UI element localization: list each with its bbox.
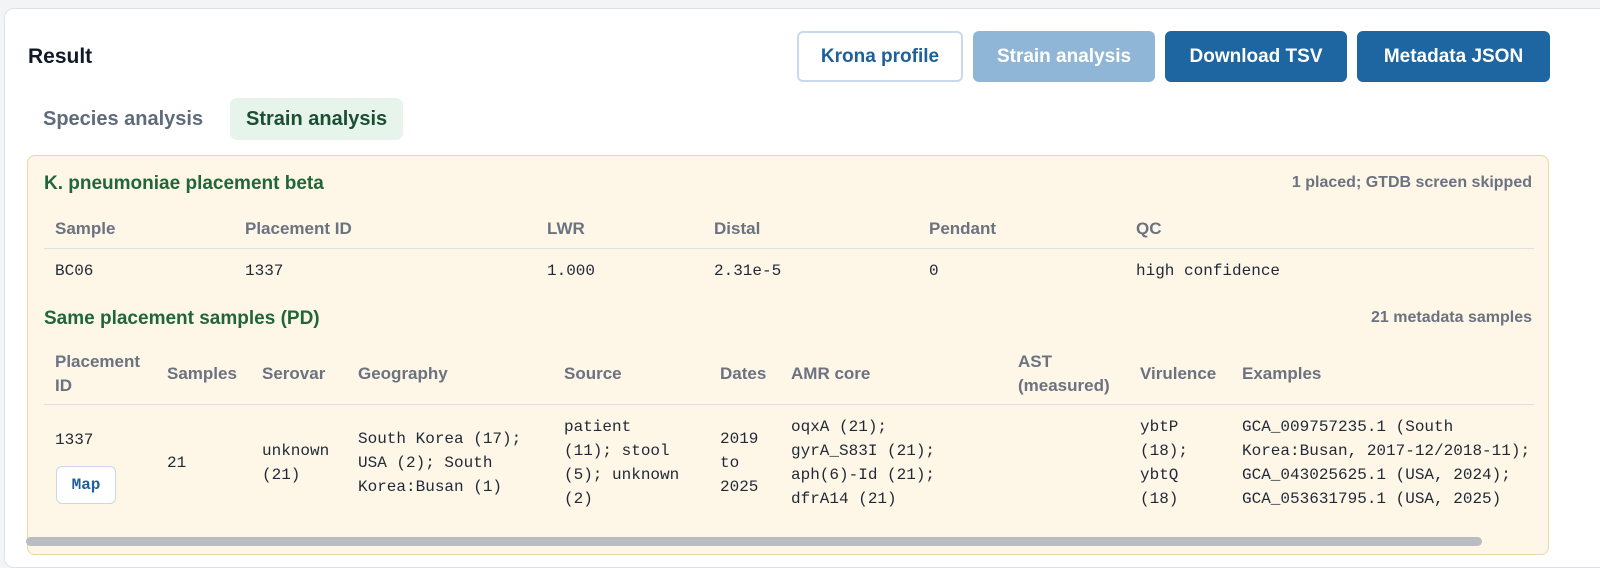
cell-placement-id: 1337 xyxy=(55,431,94,449)
cell-geography: South Korea (17); USA (2); South Korea:B… xyxy=(358,430,522,496)
column-header-qc: QC xyxy=(1136,219,1162,238)
strain-analysis-panel: K. pneumoniae placement beta 1 placed; G… xyxy=(27,155,1549,555)
cell-virulence: ybtP (18); ybtQ (18) xyxy=(1140,418,1189,508)
download-tsv-button[interactable]: Download TSV xyxy=(1165,31,1347,82)
column-header-ast-measured: AST (measured) xyxy=(1018,352,1110,395)
cell-distal: 2.31e-5 xyxy=(714,262,782,280)
horizontal-scrollbar[interactable] xyxy=(26,537,1482,546)
cell-lwr: 1.000 xyxy=(547,262,596,280)
cell-placement-id: 1337 xyxy=(245,262,284,280)
cell-pendant: 0 xyxy=(929,262,939,280)
placement-section-title: K. pneumoniae placement beta xyxy=(44,173,324,194)
column-header-source: Source xyxy=(564,364,622,383)
column-header-virulence: Virulence xyxy=(1140,364,1217,383)
tab-species-analysis[interactable]: Species analysis xyxy=(27,98,219,140)
column-header-geography: Geography xyxy=(358,364,448,383)
cell-source: patient (11); stool (5); unknown (2) xyxy=(564,418,680,508)
strain-analysis-button[interactable]: Strain analysis xyxy=(973,31,1155,82)
column-header-samples: Samples xyxy=(167,364,237,383)
column-header-placement-id: Placement ID xyxy=(245,219,352,238)
cell-qc: high confidence xyxy=(1136,262,1281,280)
result-card: Result Krona profile Strain analysis Dow… xyxy=(4,8,1600,568)
column-header-lwr: LWR xyxy=(547,219,585,238)
cell-samples: 21 xyxy=(167,454,187,472)
metadata-json-button[interactable]: Metadata JSON xyxy=(1357,31,1550,82)
column-header-examples: Examples xyxy=(1242,364,1322,383)
placement-status-note: 1 placed; GTDB screen skipped xyxy=(1291,174,1532,191)
table-divider xyxy=(44,404,1534,405)
map-button[interactable]: Map xyxy=(56,466,116,504)
result-title: Result xyxy=(28,45,93,68)
column-header-sample: Sample xyxy=(55,219,116,238)
tab-strain-analysis[interactable]: Strain analysis xyxy=(230,98,404,140)
cell-examples: GCA_009757235.1 (South Korea:Busan, 2017… xyxy=(1242,418,1531,508)
same-placement-section-title: Same placement samples (PD) xyxy=(44,308,320,329)
cell-sample: BC06 xyxy=(55,262,94,280)
table-divider xyxy=(44,248,1534,249)
column-header-serovar: Serovar xyxy=(262,364,326,383)
cell-amr-core: oqxA (21); gyrA_S83I (21); aph(6)-Id (21… xyxy=(791,418,936,508)
column-header-distal: Distal xyxy=(714,219,761,238)
cell-dates: 2019 to 2025 xyxy=(720,430,759,496)
cell-serovar: unknown (21) xyxy=(262,442,330,484)
column-header-amr-core: AMR core xyxy=(791,364,871,383)
metadata-samples-note: 21 metadata samples xyxy=(1371,309,1532,326)
column-header-dates: Dates xyxy=(720,364,767,383)
column-header-placement-id: Placement ID xyxy=(55,352,141,395)
krona-profile-button[interactable]: Krona profile xyxy=(797,31,963,82)
column-header-pendant: Pendant xyxy=(929,219,997,238)
